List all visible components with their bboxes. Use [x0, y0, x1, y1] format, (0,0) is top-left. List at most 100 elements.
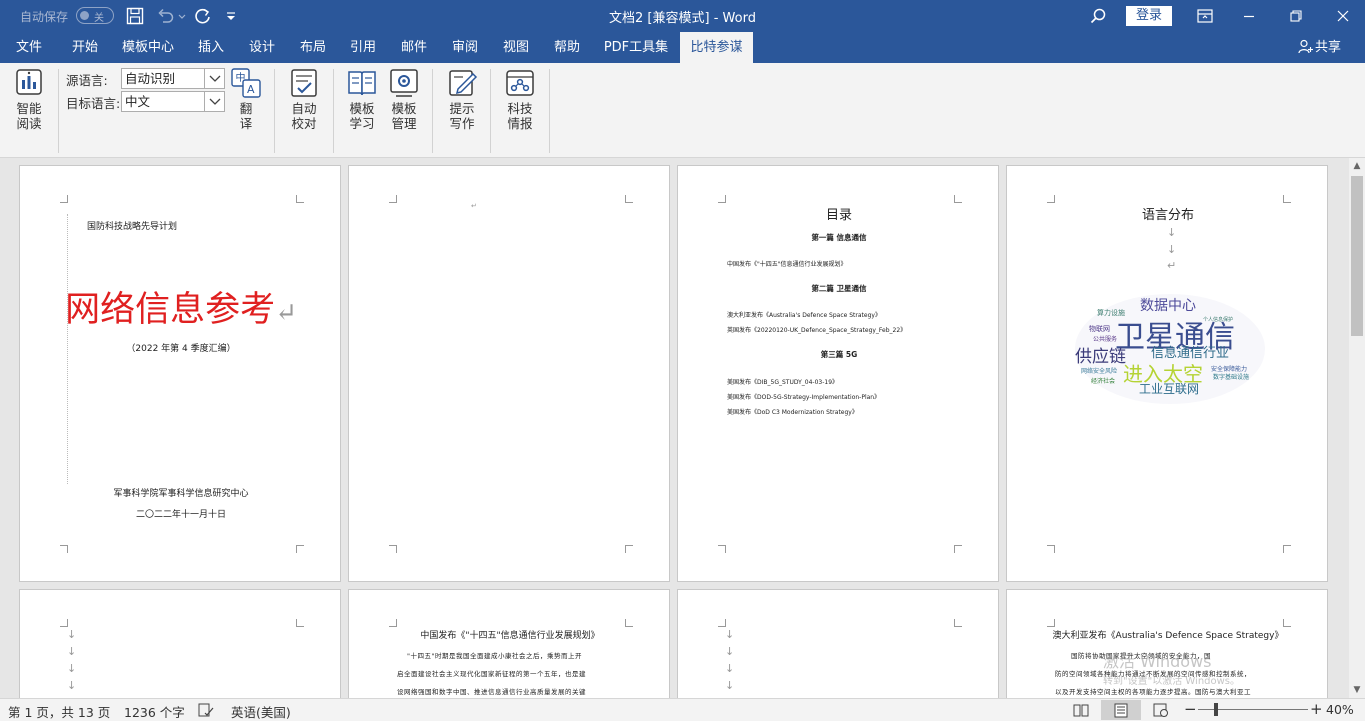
tab-pdf-tools[interactable]: PDF工具集 — [598, 32, 674, 63]
zoom-level[interactable]: 40% — [1326, 702, 1354, 717]
crop-mark — [625, 619, 633, 627]
tab-template-center[interactable]: 模板中心 — [116, 32, 180, 63]
page-thumbnail-8[interactable]: 澳大利亚发布《Australia's Defence Space Strateg… — [1006, 589, 1328, 698]
auto-proofread-button[interactable]: 自动 校对 — [284, 67, 324, 131]
target-language-value: 中文 — [125, 94, 151, 109]
scroll-down-icon[interactable]: ▼ — [1349, 682, 1365, 698]
cover-subtitle: （2022 年第 4 季度汇编） — [126, 344, 236, 354]
print-layout-button[interactable] — [1101, 700, 1141, 720]
source-language-select[interactable]: 自动识别 — [121, 68, 225, 89]
toc-entry[interactable]: 美国发布《DOD-5G-Strategy-Implementation-Plan… — [727, 392, 880, 401]
toc-entry[interactable]: 英国发布《20220120-UK_Defence_Space_Strategy_… — [727, 325, 906, 334]
proofing-icon[interactable] — [198, 703, 214, 718]
toc-entry[interactable]: 中国发布《"十四五"信息通信行业发展规划》 — [727, 259, 847, 268]
arrow-down-icon: ↓ — [67, 645, 77, 658]
crop-mark — [954, 619, 962, 627]
page-thumbnail-5[interactable]: ↓ ↓ ↓ ↓ — [19, 589, 341, 698]
arrow-down-icon: ↓ — [67, 662, 77, 675]
vertical-scrollbar[interactable]: ▲ ▼ — [1349, 158, 1365, 698]
toc-entry[interactable]: 澳大利亚发布《Australia's Defence Space Strateg… — [727, 310, 881, 319]
ribbon-display-options-icon[interactable] — [1195, 6, 1215, 26]
cover-date: 二〇二二年十一月十日 — [135, 510, 226, 520]
undo-icon[interactable] — [155, 6, 175, 26]
minimize-icon[interactable] — [1239, 6, 1259, 26]
tech-intel-button[interactable]: 科技 情报 — [500, 67, 540, 131]
page-thumbnail-6[interactable]: 中国发布《"十四五"信息通信行业发展规划》 "十四五"时期是我国全面建成小康社会… — [348, 589, 670, 698]
arrow-down-icon: ↓ — [67, 628, 77, 641]
zoom-out-icon[interactable]: − — [1184, 700, 1197, 718]
tab-review[interactable]: 审阅 — [443, 32, 487, 63]
save-icon[interactable] — [125, 6, 145, 26]
autosave-state: 关 — [94, 13, 104, 24]
toc-title: 目录 — [825, 208, 852, 223]
tab-bit-advisor[interactable]: 比特参谋 — [680, 32, 753, 63]
source-language-dropdown[interactable] — [204, 69, 224, 88]
toc-entry[interactable]: 美国发布《DoD C3 Modernization Strategy》 — [727, 407, 858, 416]
tab-layout[interactable]: 布局 — [291, 32, 335, 63]
crop-mark — [954, 545, 962, 553]
page-thumbnail-7[interactable]: ↓ ↓ ↓ ↓ — [677, 589, 999, 698]
restore-icon[interactable] — [1286, 6, 1306, 26]
paragraph-mark: ↵ — [1167, 259, 1177, 272]
page-thumbnail-3[interactable]: 目录 第一篇 信息通信 中国发布《"十四五"信息通信行业发展规划》 第二篇 卫星… — [677, 165, 999, 582]
page-thumbnail-2[interactable]: ↵ — [348, 165, 670, 582]
tab-mailings[interactable]: 邮件 — [392, 32, 436, 63]
activate-windows-hint: 转到"设置"以激活 Windows。 — [1103, 676, 1241, 687]
crop-mark — [60, 619, 68, 627]
page-thumbnail-1[interactable]: 国防科技战略先导计划 网络信息参考↵ （2022 年第 4 季度汇编） 军事科学… — [19, 165, 341, 582]
tab-view[interactable]: 视图 — [494, 32, 538, 63]
crop-mark — [60, 545, 68, 553]
document-area[interactable]: 国防科技战略先导计划 网络信息参考↵ （2022 年第 4 季度汇编） 军事科学… — [0, 158, 1349, 698]
zoom-in-icon[interactable]: + — [1310, 700, 1323, 718]
tab-help[interactable]: 帮助 — [545, 32, 589, 63]
close-icon[interactable] — [1333, 6, 1353, 26]
autosave-toggle[interactable]: 关 — [76, 7, 114, 24]
share-button[interactable]: 共享 — [1298, 32, 1341, 63]
template-learn-button[interactable]: 模板 学习 — [342, 67, 382, 131]
word-cloud-word: 数字基础设施 — [1213, 374, 1250, 381]
scrollbar-thumb[interactable] — [1351, 176, 1363, 336]
target-language-select[interactable]: 中文 — [121, 91, 225, 112]
source-language-label: 源语言: — [66, 73, 108, 88]
body-line: 设网络强国和数字中国、推进信息通信行业高质量发展的关键 — [397, 688, 586, 696]
smart-read-button[interactable]: 智能 阅读 — [8, 67, 50, 131]
tab-references[interactable]: 引用 — [341, 32, 385, 63]
hint-write-button[interactable]: 提示 写作 — [442, 67, 482, 131]
chevron-down-icon — [209, 75, 221, 82]
cover-title-text: 网络信息参考 — [65, 290, 276, 330]
web-layout-icon[interactable] — [1153, 703, 1169, 718]
arrow-down-icon: ↓ — [1167, 226, 1177, 239]
crop-mark — [954, 195, 962, 203]
auto-proofread-label-1: 自动 — [291, 101, 317, 116]
crop-mark — [60, 195, 68, 203]
menu-bar: 文件 开始 模板中心 插入 设计 布局 引用 邮件 审阅 视图 帮助 PDF工具… — [0, 32, 1365, 63]
word-cloud-word: 物联网 — [1089, 325, 1110, 333]
redo-icon[interactable] — [193, 6, 213, 26]
login-button[interactable]: 登录 — [1126, 6, 1172, 26]
toc-section-2: 第二篇 卫星通信 — [811, 284, 867, 293]
target-language-dropdown[interactable] — [204, 92, 224, 111]
word-count[interactable]: 1236 个字 — [124, 702, 185, 721]
tab-design[interactable]: 设计 — [240, 32, 284, 63]
print-layout-icon — [1114, 703, 1128, 718]
word-cloud-word: 经济社会 — [1091, 378, 1116, 385]
language-status[interactable]: 英语(美国) — [231, 702, 291, 721]
tab-home[interactable]: 开始 — [62, 32, 108, 63]
customize-qat-icon[interactable] — [224, 6, 238, 26]
page-thumbnail-4[interactable]: 语言分布 ↓ ↓ ↵ 卫星通信 数据中心 供应链 信息通信行业 进入太空 工业互… — [1006, 165, 1328, 582]
tab-insert[interactable]: 插入 — [189, 32, 233, 63]
translate-button[interactable]: 中 A 翻 译 — [228, 67, 264, 131]
cover-title: 网络信息参考↵ — [20, 281, 340, 332]
template-manage-button[interactable]: 模板 管理 — [384, 67, 424, 131]
page-count[interactable]: 第 1 页，共 13 页 — [8, 702, 110, 721]
undo-dropdown-icon[interactable] — [177, 6, 187, 26]
toc-entry[interactable]: 美国发布《DIB_5G_STUDY_04-03-19》 — [727, 377, 838, 386]
read-mode-icon[interactable] — [1073, 703, 1089, 718]
ribbon-separator — [549, 69, 550, 153]
search-icon[interactable] — [1088, 6, 1108, 26]
crop-mark — [389, 619, 397, 627]
scroll-up-icon[interactable]: ▲ — [1349, 158, 1365, 174]
zoom-slider-handle[interactable] — [1214, 703, 1218, 716]
tab-file[interactable]: 文件 — [6, 32, 52, 63]
smart-read-label-1: 智能 — [16, 101, 42, 116]
